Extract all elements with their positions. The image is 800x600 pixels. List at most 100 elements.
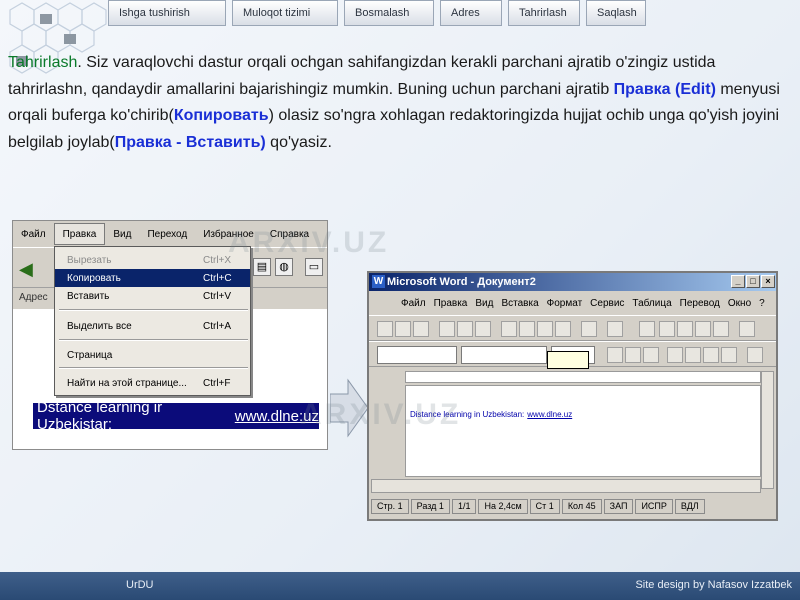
word-menu-help[interactable]: ? xyxy=(755,298,769,309)
tooltip xyxy=(547,351,589,369)
list-icon[interactable] xyxy=(747,347,763,363)
menu-separator xyxy=(59,309,248,311)
nav-ishga-tushirish[interactable]: Ishga tushirish xyxy=(108,0,226,26)
status-position: На 2,4см xyxy=(478,498,528,514)
pasted-link[interactable]: www.dlne.uz xyxy=(527,410,572,419)
preview-icon[interactable] xyxy=(457,321,473,337)
align-left-icon[interactable] xyxy=(667,347,683,363)
word-menu-edit[interactable]: Правка xyxy=(430,298,472,309)
help-icon[interactable] xyxy=(739,321,755,337)
footer-left: UrDU xyxy=(126,579,154,591)
nav-muloqot-tizimi[interactable]: Muloqot tizimi xyxy=(232,0,338,26)
term-tahrirlash: Tahrirlash xyxy=(8,54,78,71)
browser-menu-view[interactable]: Вид xyxy=(105,229,139,240)
watermark: ARXIV.UZ xyxy=(228,226,390,259)
instruction-paragraph: Tahrirlash. Siz varaqlovchi dastur orqal… xyxy=(8,50,793,156)
select-all-label: Выделить все xyxy=(67,320,132,332)
cut-label: Вырезать xyxy=(67,254,112,266)
word-menu-translate[interactable]: Перевод xyxy=(676,298,724,309)
menu-item-paste[interactable]: Вставить Ctrl+V xyxy=(55,287,250,305)
back-arrow-icon[interactable]: ◀ xyxy=(19,258,41,280)
browser-menu-edit[interactable]: Правка xyxy=(53,223,106,245)
status-pages: 1/1 xyxy=(451,498,477,514)
drawing-icon[interactable] xyxy=(713,321,729,337)
nav-saqlash[interactable]: Saqlash xyxy=(586,0,646,26)
word-menubar: Файл Правка Вид Вставка Формат Сервис Та… xyxy=(369,293,776,313)
status-rec: ЗАП xyxy=(603,498,634,514)
copy-label: Копировать xyxy=(67,272,121,284)
word-menu-file[interactable]: Файл xyxy=(397,298,430,309)
font-combo[interactable] xyxy=(461,346,547,364)
status-ext: ВДЛ xyxy=(674,498,705,514)
new-document-icon[interactable] xyxy=(377,321,393,337)
word-statusbar: Стр. 1 Разд 1 1/1 На 2,4см Ст 1 Кол 45 З… xyxy=(371,497,774,515)
menu-item-copy[interactable]: Копировать Ctrl+C xyxy=(55,269,250,287)
align-right-icon[interactable] xyxy=(703,347,719,363)
menu-item-select-all[interactable]: Выделить все Ctrl+A xyxy=(55,317,250,335)
maximize-icon[interactable]: □ xyxy=(746,275,760,288)
word-app-icon: W xyxy=(372,275,385,288)
browser-menu-go[interactable]: Переход xyxy=(139,229,195,240)
para-text-4: qo'yasiz. xyxy=(265,133,332,151)
menu-item-page[interactable]: Страница xyxy=(55,346,250,364)
columns-icon[interactable] xyxy=(695,321,711,337)
find-shortcut: Ctrl+F xyxy=(203,377,231,389)
open-icon[interactable] xyxy=(395,321,411,337)
selected-text-banner: Dstance learning ir Uzbekistar: www.dlne… xyxy=(33,399,319,433)
nav-adres[interactable]: Adres xyxy=(440,0,502,26)
status-line: Ст 1 xyxy=(529,498,560,514)
banner-text: Dstance learning ir Uzbekistar: xyxy=(37,399,163,433)
menu-item-cut[interactable]: Вырезать Ctrl+X xyxy=(55,251,250,269)
bold-icon[interactable] xyxy=(607,347,623,363)
page-label: Страница xyxy=(67,349,113,361)
vertical-scrollbar[interactable] xyxy=(761,371,774,489)
undo-icon[interactable] xyxy=(581,321,597,337)
italic-icon[interactable] xyxy=(625,347,641,363)
word-menu-table[interactable]: Таблица xyxy=(628,298,675,309)
minimize-icon[interactable]: _ xyxy=(731,275,745,288)
paste-label: Вставить xyxy=(67,290,110,302)
nav-bosmalash[interactable]: Bosmalash xyxy=(344,0,434,26)
word-window-screenshot: W Microsoft Word - Документ2 _ □ × Файл … xyxy=(367,271,778,521)
menu-separator xyxy=(59,367,248,369)
underline-icon[interactable] xyxy=(643,347,659,363)
footer-credit: Site design by Nafasov Izzatbek xyxy=(635,579,792,591)
close-icon[interactable]: × xyxy=(761,275,775,288)
select-all-shortcut: Ctrl+A xyxy=(203,320,232,332)
cut-icon[interactable] xyxy=(501,321,517,337)
copy-icon[interactable] xyxy=(519,321,535,337)
address-label: Адрес xyxy=(19,292,48,303)
word-title: Microsoft Word - Документ2 xyxy=(387,276,536,288)
align-center-icon[interactable] xyxy=(685,347,701,363)
justify-icon[interactable] xyxy=(721,347,737,363)
cut-shortcut: Ctrl+X xyxy=(203,254,232,266)
format-painter-icon[interactable] xyxy=(555,321,571,337)
print-icon[interactable]: ▤ xyxy=(253,258,271,276)
word-menu-view[interactable]: Вид xyxy=(471,298,497,309)
nav-tahrirlash[interactable]: Tahrirlash xyxy=(508,0,580,26)
window-icon[interactable]: ▭ xyxy=(305,258,323,276)
save-icon[interactable] xyxy=(413,321,429,337)
spellcheck-icon[interactable] xyxy=(475,321,491,337)
copy-reference: Копировать xyxy=(173,107,269,124)
paste-icon[interactable] xyxy=(537,321,553,337)
globe-icon[interactable]: ◍ xyxy=(275,258,293,276)
word-menu-format[interactable]: Формат xyxy=(543,298,587,309)
word-menu-tools[interactable]: Сервис xyxy=(586,298,628,309)
para-text-1: . Siz varaqlovchi dastur orqali ochgan s… xyxy=(8,54,716,98)
word-menu-window[interactable]: Окно xyxy=(724,298,755,309)
table-icon[interactable] xyxy=(659,321,675,337)
browser-menu-file[interactable]: Файл xyxy=(13,229,54,240)
word-menu-insert[interactable]: Вставка xyxy=(497,298,542,309)
horizontal-scrollbar[interactable] xyxy=(371,479,761,493)
word-titlebar: W Microsoft Word - Документ2 _ □ × xyxy=(369,273,776,291)
edit-dropdown-menu: Вырезать Ctrl+X Копировать Ctrl+C Вставить… xyxy=(54,246,251,396)
redo-icon[interactable] xyxy=(607,321,623,337)
print-icon[interactable] xyxy=(439,321,455,337)
menu-item-find[interactable]: Найти на этой странице... Ctrl+F xyxy=(55,374,250,392)
top-navigation: Ishga tushirish Muloqot tizimi Bosmalash… xyxy=(108,0,646,26)
excel-icon[interactable] xyxy=(677,321,693,337)
style-combo[interactable] xyxy=(377,346,457,364)
watermark: ARXIV.UZ xyxy=(300,398,462,431)
hyperlink-icon[interactable] xyxy=(639,321,655,337)
